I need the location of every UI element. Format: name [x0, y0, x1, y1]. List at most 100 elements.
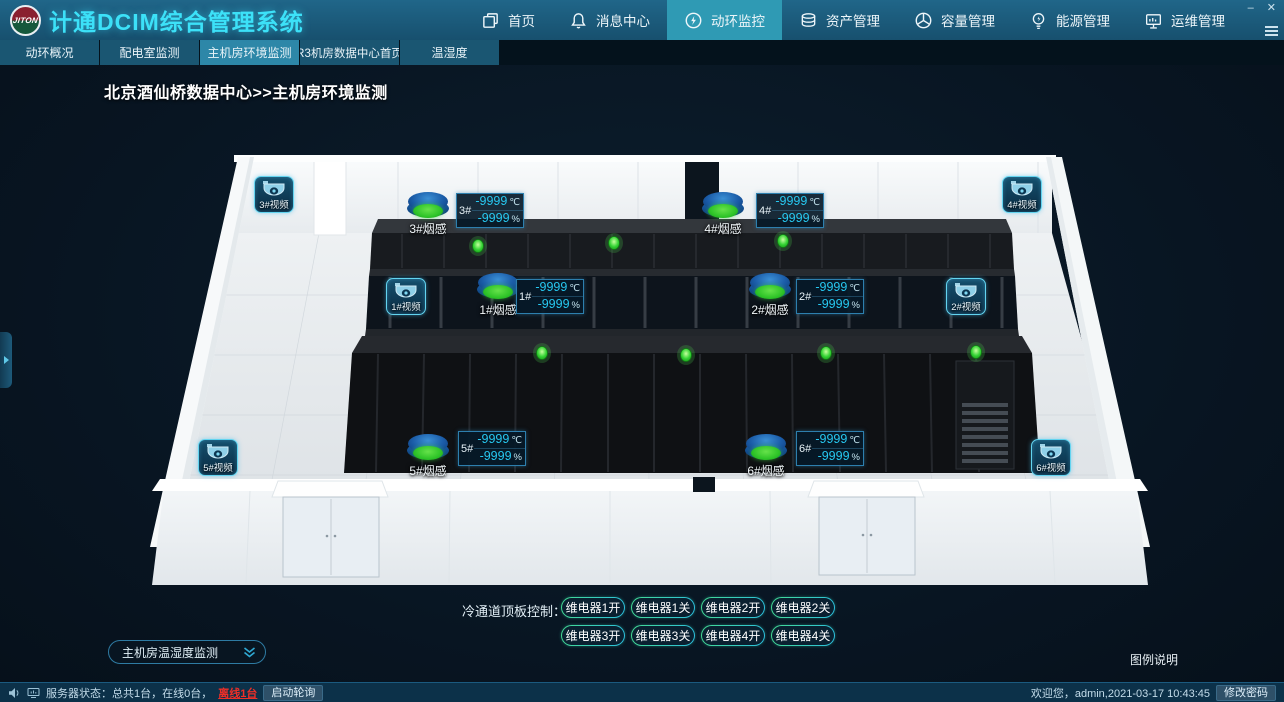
offline-count[interactable]: 离线1台 [218, 685, 257, 701]
relay-1-off-button[interactable]: 维电器1关 [631, 597, 695, 618]
camera-icon [393, 282, 419, 302]
relay-4-off-button[interactable]: 维电器4关 [771, 625, 835, 646]
sensor-id: 4# [757, 205, 772, 217]
relay-2-on-button[interactable]: 维电器2开 [701, 597, 765, 618]
monitor-type-dropdown[interactable]: 主机房温湿度监测 [108, 640, 266, 664]
relay-1-on-button[interactable]: 维电器1开 [561, 597, 625, 618]
camera-label: 5#视频 [203, 463, 233, 475]
relay-2-off-button[interactable]: 维电器2关 [771, 597, 835, 618]
bell-icon [569, 11, 588, 30]
smoke-sensor-label: 3#烟感 [400, 220, 456, 237]
change-password-button[interactable]: 修改密码 [1216, 685, 1276, 701]
temp-unit: ℃ [511, 433, 522, 448]
tab-bar: 动环概况 配电室监测 主机房环境监测 R3机房数据中心首页 温湿度 [0, 40, 1284, 65]
nav-label: 动环监控 [711, 10, 765, 30]
camera-label: 3#视频 [259, 200, 289, 212]
temp-humidity-readout-3: 3# -9999℃ -9999% [456, 193, 524, 228]
tab-power-room[interactable]: 配电室监测 [100, 40, 199, 65]
temp-humidity-readout-4: 4# -9999℃ -9999% [756, 193, 824, 228]
relay-controls-label: 冷通道顶板控制： [462, 601, 566, 620]
camera-widget-3[interactable]: 3#视频 [254, 176, 294, 213]
legend-link[interactable]: 图例说明 [1130, 651, 1178, 668]
temp-unit: ℃ [809, 195, 820, 210]
smoke-sensor-icon [477, 273, 519, 300]
window-controls: – ✕ [1248, 2, 1276, 14]
main-nav: 首页 消息中心 动环监控 资产管理 容量管理 能源管理 [464, 0, 1242, 40]
nav-item-messages[interactable]: 消息中心 [552, 0, 667, 40]
brand: JITON 计通DCIM综合管理系统 [0, 3, 304, 37]
camera-widget-4[interactable]: 4#视频 [1002, 176, 1042, 213]
humidity-unit: % [812, 212, 820, 227]
relay-4-on-button[interactable]: 维电器4开 [701, 625, 765, 646]
humidity-value: -9999 [480, 449, 512, 464]
status-bar: 服务器状态：总共1台，在线0台， 离线1台 启动轮询 欢迎您，admin,202… [0, 682, 1284, 702]
camera-widget-1[interactable]: 1#视频 [386, 278, 426, 315]
camera-icon [1038, 443, 1064, 463]
smoke-sensor-2[interactable]: 2#烟感 [742, 273, 798, 318]
logo-text: JITON [12, 16, 38, 25]
camera-widget-2[interactable]: 2#视频 [946, 278, 986, 315]
temp-unit: ℃ [849, 433, 860, 448]
smoke-sensor-4[interactable]: 4#烟感 [695, 192, 751, 237]
nav-item-assets[interactable]: 资产管理 [782, 0, 897, 40]
humidity-unit: % [512, 212, 520, 227]
tab-main-room-env[interactable]: 主机房环境监测 [200, 40, 299, 65]
temp-unit: ℃ [569, 281, 580, 296]
tab-r3-datacenter-home[interactable]: R3机房数据中心首页 [300, 40, 399, 65]
dcim-app: JITON 计通DCIM综合管理系统 首页 消息中心 动环监控 资产管理 [0, 0, 1284, 702]
app-header: JITON 计通DCIM综合管理系统 首页 消息中心 动环监控 资产管理 [0, 0, 1284, 40]
smoke-sensor-icon [702, 192, 744, 219]
temp-value: -9999 [775, 194, 807, 209]
nav-label: 运维管理 [1171, 10, 1225, 30]
home-icon [481, 11, 500, 30]
close-button[interactable]: ✕ [1267, 2, 1276, 14]
nav-item-energy[interactable]: 能源管理 [1012, 0, 1127, 40]
tab-temp-humidity[interactable]: 温湿度 [400, 40, 499, 65]
minimize-button[interactable]: – [1248, 2, 1254, 14]
nav-label: 资产管理 [826, 10, 880, 30]
relay-3-on-button[interactable]: 维电器3开 [561, 625, 625, 646]
monitor-icon [1144, 11, 1163, 30]
camera-icon [1009, 180, 1035, 200]
camera-widget-6[interactable]: 6#视频 [1031, 439, 1071, 476]
chevron-down-icon [243, 647, 256, 658]
smoke-sensor-6[interactable]: 6#烟感 [738, 434, 794, 479]
speaker-icon[interactable] [8, 687, 21, 699]
camera-widget-5[interactable]: 5#视频 [198, 439, 238, 476]
relay-controls: 维电器1开 维电器1关 维电器2开 维电器2关 维电器3开 维电器3关 维电器4… [561, 597, 835, 646]
temp-unit: ℃ [509, 195, 520, 210]
relay-3-off-button[interactable]: 维电器3关 [631, 625, 695, 646]
smoke-sensor-label: 5#烟感 [400, 462, 456, 479]
nav-item-ops[interactable]: 运维管理 [1127, 0, 1242, 40]
page-title: 北京酒仙桥数据中心>>主机房环境监测 [104, 79, 388, 103]
menu-icon[interactable] [1265, 26, 1278, 36]
nav-label: 首页 [508, 10, 535, 30]
sensor-id: 5# [459, 443, 474, 455]
temp-humidity-readout-5: 5# -9999℃ -9999% [458, 431, 526, 466]
nav-item-home[interactable]: 首页 [464, 0, 552, 40]
temp-value: -9999 [535, 280, 567, 295]
nav-label: 能源管理 [1056, 10, 1110, 30]
nav-item-capacity[interactable]: 容量管理 [897, 0, 1012, 40]
smoke-sensor-label: 6#烟感 [738, 462, 794, 479]
bulb-icon [1029, 11, 1048, 30]
lightning-icon [684, 11, 703, 30]
capacity-icon [914, 11, 933, 30]
camera-label: 6#视频 [1036, 463, 1066, 475]
temp-value: -9999 [477, 432, 509, 447]
smoke-sensor-3[interactable]: 3#烟感 [400, 192, 456, 237]
start-poll-button[interactable]: 启动轮询 [263, 685, 323, 701]
smoke-sensor-icon [745, 434, 787, 461]
tab-env-overview[interactable]: 动环概况 [0, 40, 99, 65]
humidity-value: -9999 [478, 211, 510, 226]
app-title: 计通DCIM综合管理系统 [49, 3, 304, 37]
sidebar-expand-handle[interactable] [0, 332, 12, 388]
sensor-id: 3# [457, 205, 472, 217]
smoke-sensor-icon [749, 273, 791, 300]
camera-label: 4#视频 [1007, 200, 1037, 212]
nav-item-env-monitoring[interactable]: 动环监控 [667, 0, 782, 40]
server-status-text: 服务器状态：总共1台，在线0台， [46, 685, 212, 701]
humidity-value: -9999 [778, 211, 810, 226]
smoke-sensor-5[interactable]: 5#烟感 [400, 434, 456, 479]
database-icon [799, 11, 818, 30]
